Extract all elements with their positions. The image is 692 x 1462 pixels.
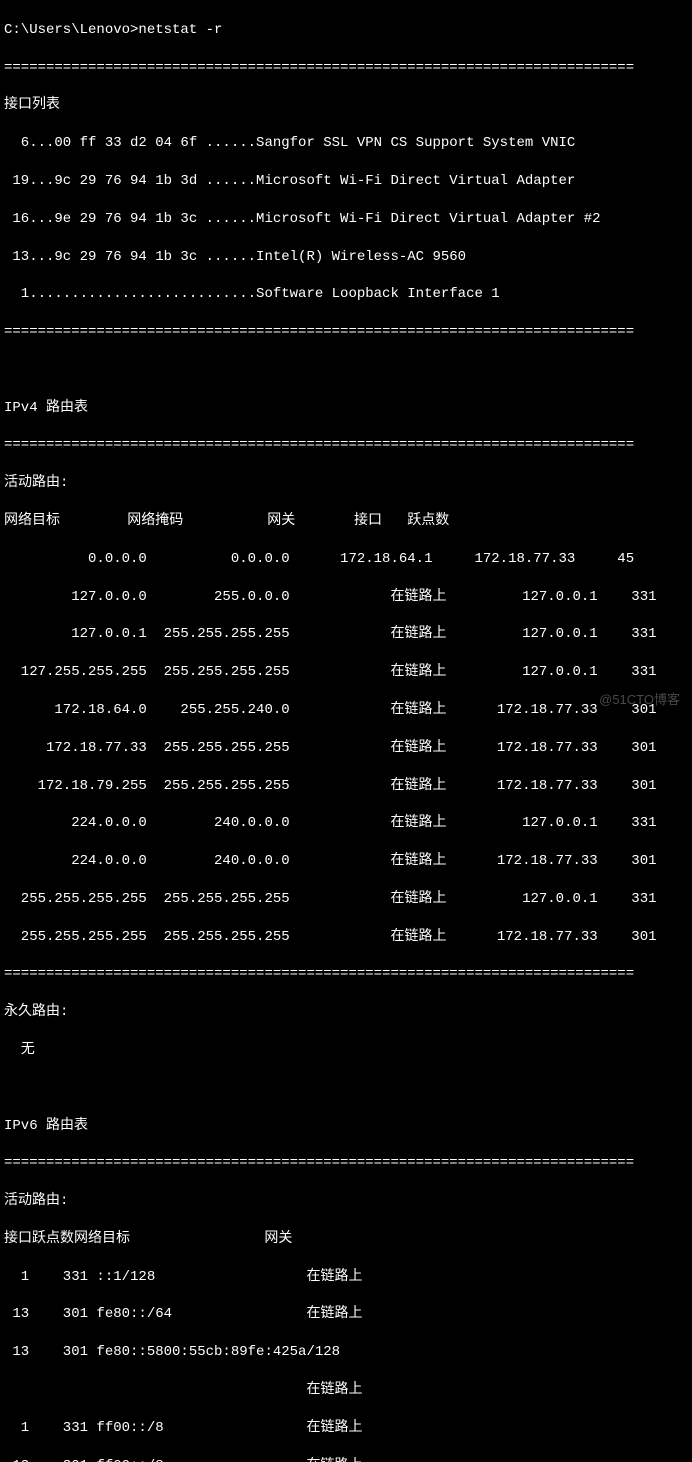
watermark: @51CTO博客 xyxy=(599,691,680,709)
ipv4-route-row: 127.255.255.255 255.255.255.255 在链路上 127… xyxy=(4,663,688,682)
divider: ========================================… xyxy=(4,1154,688,1173)
interface-row: 6...00 ff 33 d2 04 6f ......Sangfor SSL … xyxy=(4,134,688,153)
divider: ========================================… xyxy=(4,323,688,342)
ipv4-route-row: 127.0.0.0 255.0.0.0 在链路上 127.0.0.1 331 xyxy=(4,588,688,607)
ipv4-route-row: 255.255.255.255 255.255.255.255 在链路上 127… xyxy=(4,890,688,909)
interface-list-header: 接口列表 xyxy=(4,96,688,115)
ipv4-header: IPv4 路由表 xyxy=(4,399,688,418)
interface-row: 1...........................Software Loo… xyxy=(4,285,688,304)
ipv4-route-row: 172.18.77.33 255.255.255.255 在链路上 172.18… xyxy=(4,739,688,758)
persistent-routes-header: 永久路由: xyxy=(4,1003,688,1022)
ipv4-columns: 网络目标 网络掩码 网关 接口 跃点数 xyxy=(4,512,688,531)
blank-line xyxy=(4,1079,688,1098)
ipv6-route-row: 13 301 fe80::5800:55cb:89fe:425a/128 xyxy=(4,1343,688,1362)
ipv4-route-row: 0.0.0.0 0.0.0.0 172.18.64.1 172.18.77.33… xyxy=(4,550,688,569)
divider: ========================================… xyxy=(4,59,688,78)
terminal-output[interactable]: C:\Users\Lenovo>netstat -r =============… xyxy=(0,0,692,1462)
divider: ========================================… xyxy=(4,965,688,984)
interface-row: 13...9c 29 76 94 1b 3c ......Intel(R) Wi… xyxy=(4,248,688,267)
interface-row: 16...9e 29 76 94 1b 3c ......Microsoft W… xyxy=(4,210,688,229)
ipv4-route-row: 172.18.79.255 255.255.255.255 在链路上 172.1… xyxy=(4,777,688,796)
command-prompt: C:\Users\Lenovo>netstat -r xyxy=(4,21,688,40)
none-text: 无 xyxy=(4,1041,688,1060)
ipv6-route-row: 在链路上 xyxy=(4,1381,688,1400)
ipv4-route-row: 127.0.0.1 255.255.255.255 在链路上 127.0.0.1… xyxy=(4,625,688,644)
active-routes-header: 活动路由: xyxy=(4,474,688,493)
ipv4-route-row: 255.255.255.255 255.255.255.255 在链路上 172… xyxy=(4,928,688,947)
active-routes-header: 活动路由: xyxy=(4,1192,688,1211)
ipv6-route-row: 13 301 fe80::/64 在链路上 xyxy=(4,1305,688,1324)
ipv6-route-row: 1 331 ff00::/8 在链路上 xyxy=(4,1419,688,1438)
ipv4-route-row: 224.0.0.0 240.0.0.0 在链路上 172.18.77.33 30… xyxy=(4,852,688,871)
ipv6-header: IPv6 路由表 xyxy=(4,1117,688,1136)
blank-line xyxy=(4,361,688,380)
ipv6-route-row: 13 301 ff00::/8 在链路上 xyxy=(4,1457,688,1462)
ipv4-route-row: 224.0.0.0 240.0.0.0 在链路上 127.0.0.1 331 xyxy=(4,814,688,833)
ipv4-route-row: 172.18.64.0 255.255.240.0 在链路上 172.18.77… xyxy=(4,701,688,720)
divider: ========================================… xyxy=(4,436,688,455)
ipv6-route-row: 1 331 ::1/128 在链路上 xyxy=(4,1268,688,1287)
interface-row: 19...9c 29 76 94 1b 3d ......Microsoft W… xyxy=(4,172,688,191)
ipv6-columns: 接口跃点数网络目标 网关 xyxy=(4,1230,688,1249)
